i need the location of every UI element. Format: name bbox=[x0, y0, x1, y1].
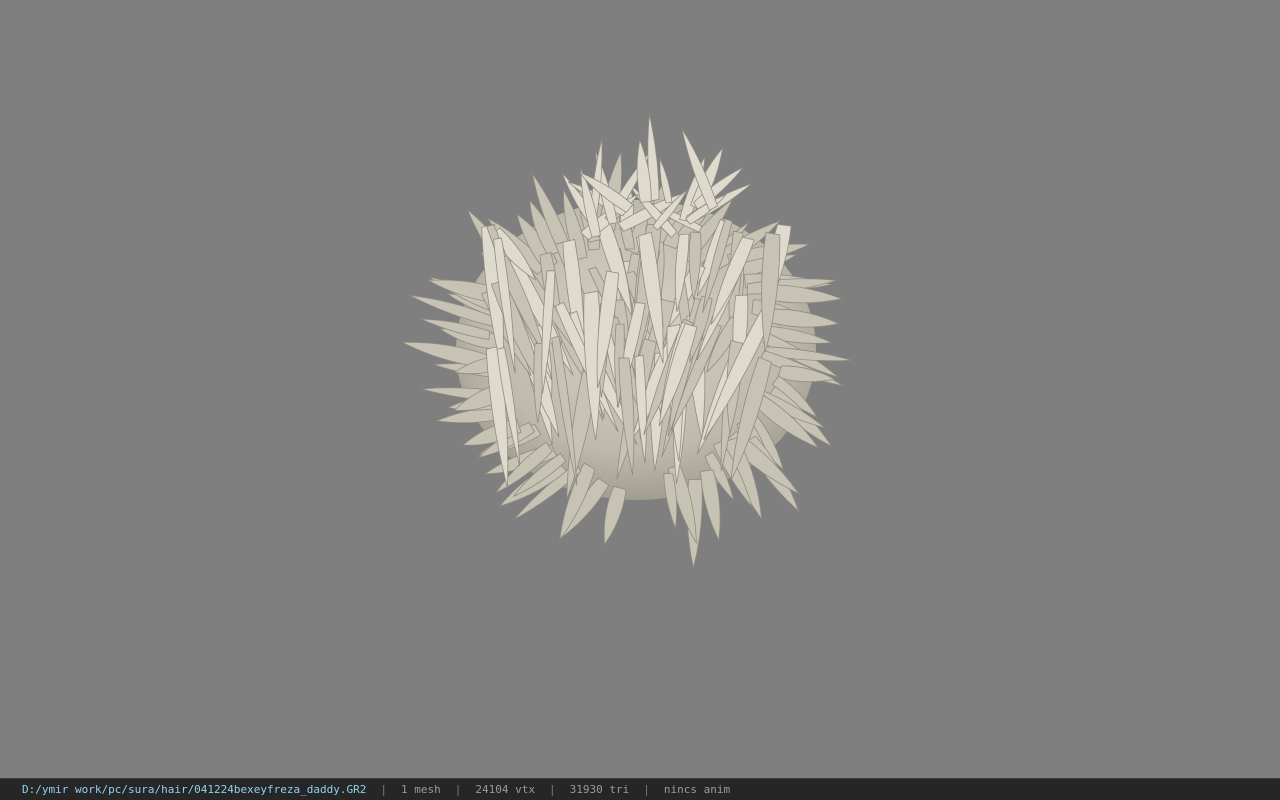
separator: | bbox=[380, 783, 387, 796]
hair-strand bbox=[770, 308, 840, 328]
separator: | bbox=[548, 783, 556, 796]
mesh-count: 1 mesh bbox=[401, 783, 441, 796]
separator: | bbox=[643, 783, 650, 796]
hair-mesh-render bbox=[402, 114, 852, 568]
3d-viewport[interactable] bbox=[0, 0, 1280, 778]
triangle-count: 31930 tri bbox=[569, 783, 630, 796]
vertex-count: 24104 vtx bbox=[475, 783, 535, 796]
file-path: D:/ymir work/pc/sura/hair/041224bexeyfre… bbox=[22, 783, 367, 796]
anim-status: nincs anim bbox=[663, 783, 731, 796]
status-bar: D:/ymir work/pc/sura/hair/041224bexeyfre… bbox=[0, 778, 1280, 800]
separator: | bbox=[454, 783, 462, 796]
